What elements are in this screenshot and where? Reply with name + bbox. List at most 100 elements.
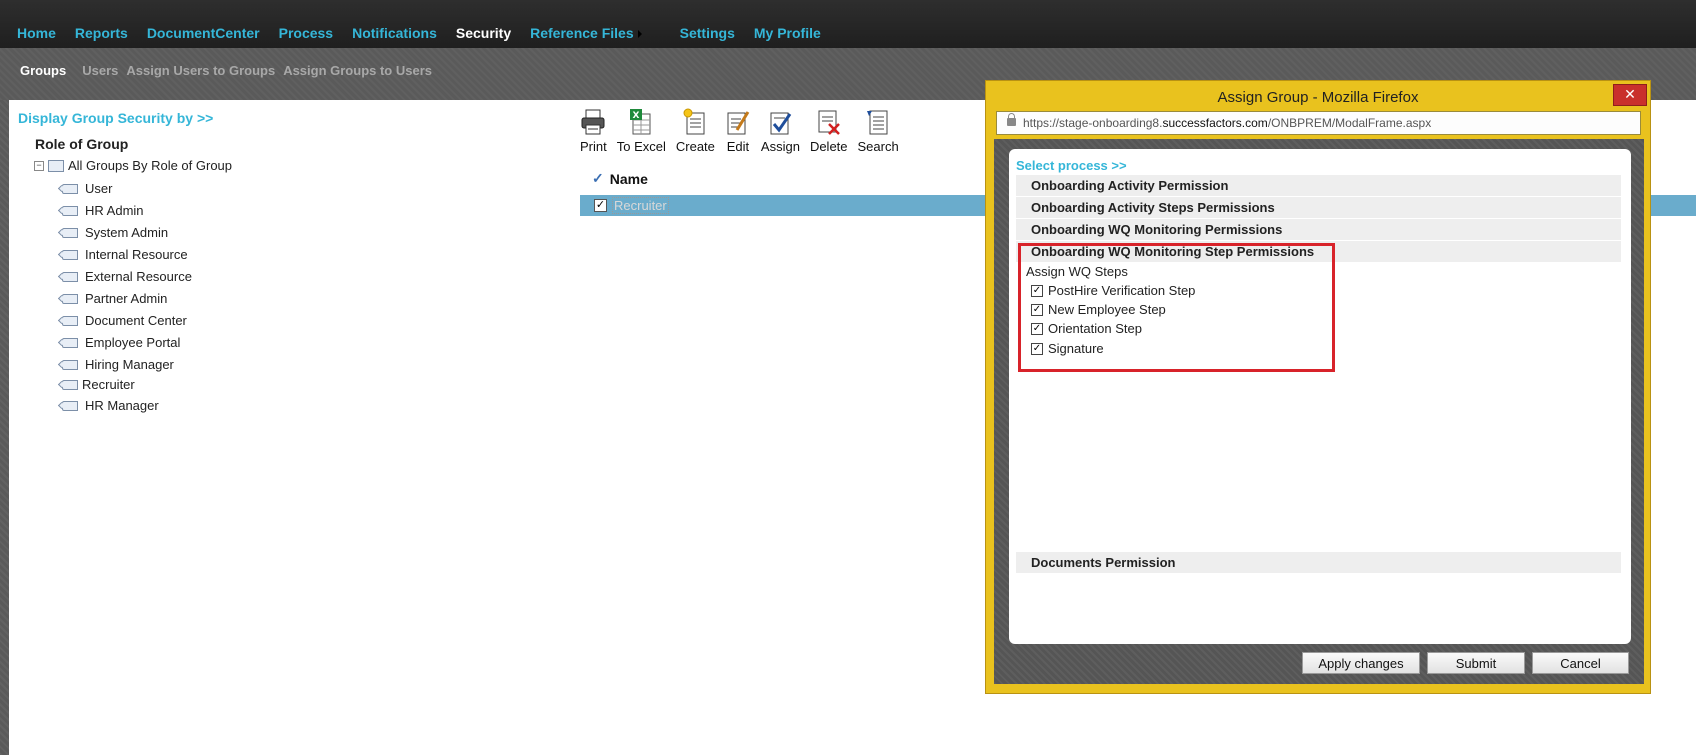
tree-item-partner-admin[interactable]: Partner Admin bbox=[62, 291, 167, 306]
tree-item-internal-resource[interactable]: Internal Resource bbox=[62, 247, 188, 262]
step-new-employee[interactable]: ✓ New Employee Step bbox=[1031, 302, 1166, 317]
tree-item-recruiter[interactable]: Recruiter bbox=[62, 377, 135, 392]
assign-group-modal: Assign Group - Mozilla Firefox ✕ https:/… bbox=[985, 80, 1651, 694]
url-path: /ONBPREM/ModalFrame.aspx bbox=[1267, 116, 1432, 130]
create-label: Create bbox=[675, 139, 715, 154]
step-checkbox[interactable]: ✓ bbox=[1031, 342, 1043, 355]
cancel-button[interactable]: Cancel bbox=[1532, 652, 1629, 674]
tree-item-label: System Admin bbox=[85, 225, 169, 240]
section-wq-monitoring[interactable]: Onboarding WQ Monitoring Permissions bbox=[1016, 219, 1621, 240]
to-excel-button[interactable]: X To Excel bbox=[617, 108, 666, 154]
tree-item-external-resource[interactable]: External Resource bbox=[62, 269, 192, 284]
printer-icon bbox=[580, 108, 606, 136]
nav-reports[interactable]: Reports bbox=[75, 25, 128, 41]
subnav-assign-users-to-groups[interactable]: Assign Users to Groups bbox=[126, 63, 275, 78]
tree-item-hr-manager[interactable]: HR Manager bbox=[62, 398, 159, 413]
tree-item-label: User bbox=[85, 181, 113, 196]
tree-root-label: All Groups By Role of Group bbox=[68, 158, 233, 173]
step-signature[interactable]: ✓ Signature bbox=[1031, 341, 1104, 356]
left-border-strip bbox=[0, 100, 9, 755]
tree-root[interactable]: − All Groups By Role of Group bbox=[34, 158, 232, 173]
nav-security[interactable]: Security bbox=[456, 25, 511, 41]
delete-button[interactable]: Delete bbox=[810, 108, 848, 154]
list-header-label: Name bbox=[609, 170, 648, 187]
tree-item-system-admin[interactable]: System Admin bbox=[62, 225, 168, 240]
section-documents-permission[interactable]: Documents Permission bbox=[1016, 552, 1621, 573]
step-orientation[interactable]: ✓ Orientation Step bbox=[1031, 321, 1142, 336]
lock-icon bbox=[1007, 113, 1016, 126]
tree-item-label: Partner Admin bbox=[85, 291, 168, 306]
sub-nav-menu: Groups Users Assign Users to Groups Assi… bbox=[20, 63, 440, 78]
nav-document-center[interactable]: DocumentCenter bbox=[147, 25, 260, 41]
modal-title: Assign Group - Mozilla Firefox bbox=[1217, 89, 1419, 106]
tag-icon bbox=[62, 315, 78, 326]
tag-icon bbox=[62, 271, 78, 282]
excel-icon: X bbox=[628, 108, 654, 136]
tag-icon bbox=[62, 359, 78, 370]
tree-item-label: Document Center bbox=[85, 313, 187, 328]
to-excel-label: To Excel bbox=[616, 139, 666, 154]
subnav-assign-groups-to-users[interactable]: Assign Groups to Users bbox=[283, 63, 432, 78]
toolbar: Print X To Excel Create Edit Assign Dele… bbox=[580, 108, 909, 154]
nav-settings[interactable]: Settings bbox=[680, 25, 735, 41]
section-wq-monitoring-step[interactable]: Onboarding WQ Monitoring Step Permission… bbox=[1016, 241, 1621, 262]
tag-icon bbox=[62, 337, 78, 348]
assign-label: Assign bbox=[760, 139, 800, 154]
tag-icon bbox=[62, 293, 78, 304]
url-text: https://stage-onboarding8.successfactors… bbox=[1023, 116, 1431, 130]
assign-check-icon bbox=[767, 108, 793, 136]
tree-item-label: Hiring Manager bbox=[85, 357, 174, 372]
tree-item-label: Internal Resource bbox=[85, 247, 188, 262]
close-button[interactable]: ✕ bbox=[1613, 84, 1647, 106]
delete-document-icon bbox=[816, 108, 842, 136]
nav-reference-files[interactable]: Reference Files bbox=[530, 25, 661, 41]
edit-button[interactable]: Edit bbox=[725, 108, 751, 154]
subnav-groups[interactable]: Groups bbox=[20, 63, 66, 78]
tag-icon bbox=[62, 227, 78, 238]
collapse-icon[interactable]: − bbox=[34, 160, 44, 171]
tag-icon bbox=[62, 379, 78, 390]
section-onboarding-activity-permission[interactable]: Onboarding Activity Permission bbox=[1016, 175, 1621, 196]
step-checkbox[interactable]: ✓ bbox=[1031, 322, 1043, 335]
nav-my-profile[interactable]: My Profile bbox=[754, 25, 821, 41]
print-button[interactable]: Print bbox=[580, 108, 607, 154]
row-checkbox[interactable]: ✓ bbox=[594, 199, 607, 212]
tree-item-user[interactable]: User bbox=[62, 181, 112, 196]
tag-icon bbox=[62, 249, 78, 260]
step-checkbox[interactable]: ✓ bbox=[1031, 284, 1043, 297]
tag-icon bbox=[62, 400, 78, 411]
nav-notifications[interactable]: Notifications bbox=[352, 25, 437, 41]
create-button[interactable]: Create bbox=[676, 108, 715, 154]
tree-item-label: Employee Portal bbox=[85, 335, 181, 350]
tree-item-label: HR Admin bbox=[85, 203, 144, 218]
subnav-users[interactable]: Users bbox=[82, 63, 118, 78]
list-header-name[interactable]: ✓ Name bbox=[592, 170, 648, 187]
row-name: Recruiter bbox=[612, 197, 669, 214]
step-label: PostHire Verification Step bbox=[1048, 283, 1196, 298]
select-process-link[interactable]: Select process >> bbox=[1016, 158, 1127, 173]
tag-icon bbox=[62, 205, 78, 216]
search-label: Search bbox=[857, 139, 899, 154]
submit-button[interactable]: Submit bbox=[1427, 652, 1525, 674]
display-group-security-link[interactable]: Display Group Security by >> bbox=[18, 110, 213, 126]
edit-label: Edit bbox=[726, 139, 750, 154]
url-bar: https://stage-onboarding8.successfactors… bbox=[996, 111, 1641, 135]
apply-changes-button[interactable]: Apply changes bbox=[1302, 652, 1420, 674]
nav-home[interactable]: Home bbox=[17, 25, 56, 41]
print-label: Print bbox=[580, 139, 607, 154]
nav-process[interactable]: Process bbox=[279, 25, 333, 41]
submenu-arrow-icon bbox=[637, 30, 642, 39]
step-posthire-verification[interactable]: ✓ PostHire Verification Step bbox=[1031, 283, 1195, 298]
assign-button[interactable]: Assign bbox=[761, 108, 800, 154]
section-onboarding-activity-steps[interactable]: Onboarding Activity Steps Permissions bbox=[1016, 197, 1621, 218]
tree-item-employee-portal[interactable]: Employee Portal bbox=[62, 335, 180, 350]
tree-item-label: Recruiter bbox=[82, 377, 135, 392]
tree-item-hr-admin[interactable]: HR Admin bbox=[62, 203, 144, 218]
top-nav-menu: Home Reports DocumentCenter Process Noti… bbox=[17, 25, 840, 41]
search-button[interactable]: Search bbox=[858, 108, 899, 154]
step-label: Orientation Step bbox=[1048, 321, 1142, 336]
tree-item-document-center[interactable]: Document Center bbox=[62, 313, 187, 328]
step-checkbox[interactable]: ✓ bbox=[1031, 303, 1043, 316]
tree-item-hiring-manager[interactable]: Hiring Manager bbox=[62, 357, 174, 372]
checkmark-icon: ✓ bbox=[592, 170, 604, 186]
